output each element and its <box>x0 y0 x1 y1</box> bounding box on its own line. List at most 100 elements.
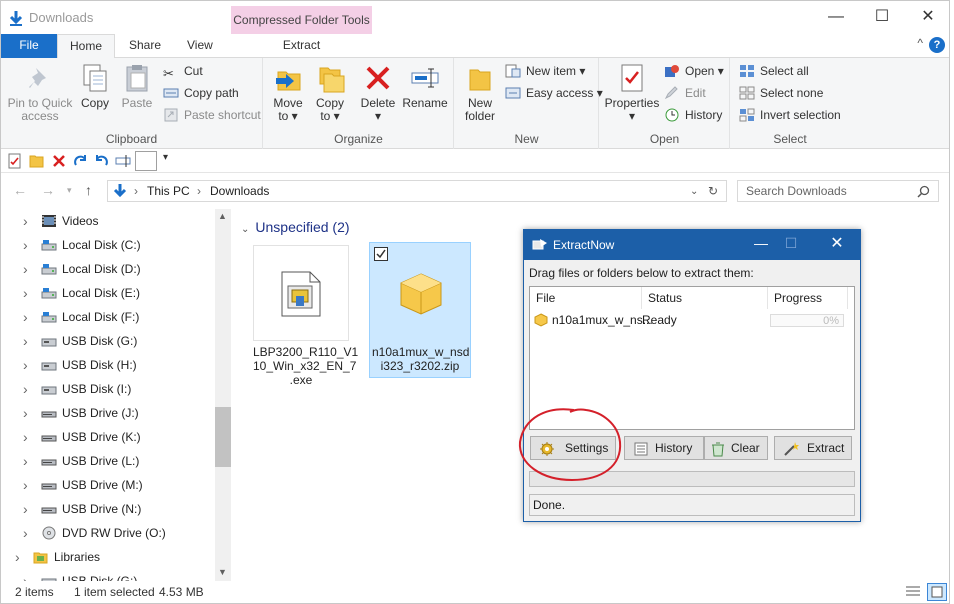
back-arrow-icon[interactable]: ← <box>13 182 27 198</box>
downloads-location-icon <box>113 184 127 198</box>
tab-home[interactable]: Home <box>57 34 115 59</box>
zip-small-icon <box>534 313 548 327</box>
expand-chevron-icon[interactable]: › <box>23 233 28 257</box>
properties-button[interactable]: Properties ▾ <box>604 62 660 123</box>
file-item-exe[interactable]: LBP3200_R110_V1 10_Win_x32_EN_7 .exe <box>253 245 358 387</box>
local-disk-icon <box>41 264 57 275</box>
red-annotation-circle <box>518 408 622 482</box>
qat-undo-icon[interactable] <box>93 153 109 169</box>
maximize-button[interactable]: ☐ <box>859 5 905 31</box>
column-header-progress[interactable]: Progress <box>768 287 848 309</box>
scroll-down-arrow-icon[interactable]: ▼ <box>218 567 227 577</box>
tree-item-label: Libraries <box>54 550 101 564</box>
qat-blank-box[interactable] <box>135 151 157 171</box>
paste-shortcut-button[interactable]: Paste shortcut <box>163 105 261 125</box>
expand-chevron-icon[interactable]: › <box>23 305 28 329</box>
details-view-icon[interactable] <box>905 585 921 599</box>
extractnow-minimize-button[interactable]: — <box>746 235 776 251</box>
selection-checkbox-icon[interactable] <box>374 247 388 261</box>
delete-button[interactable]: Delete ▾ <box>358 62 398 123</box>
history-button[interactable]: History <box>664 105 722 125</box>
invert-selection-button[interactable]: Invert selection <box>739 105 841 125</box>
address-dropdown-chevron-icon[interactable]: ⌄ <box>690 186 698 197</box>
qat-redo-icon[interactable] <box>73 153 89 169</box>
qat-new-folder-icon[interactable] <box>29 153 45 169</box>
select-all-button[interactable]: Select all <box>739 61 809 81</box>
history-dialog-button[interactable]: History <box>624 436 704 460</box>
status-item-count: 2 items <box>15 585 54 599</box>
group-header-unspecified[interactable]: ⌄ Unspecified (2) <box>241 219 350 235</box>
tab-extract[interactable]: Extract <box>231 34 372 58</box>
qat-delete-icon[interactable] <box>51 153 67 169</box>
column-header-file[interactable]: File <box>530 287 642 309</box>
breadcrumb-downloads[interactable]: Downloads <box>210 184 269 198</box>
queue-row[interactable]: n10a1mux_w_ns... Ready 0% <box>530 311 856 329</box>
expand-chevron-icon[interactable]: › <box>23 401 28 425</box>
file-item-zip-selected[interactable]: n10a1mux_w_nsd i323_r3202.zip <box>369 242 471 378</box>
search-box[interactable]: Search Downloads <box>737 180 939 202</box>
extractnow-maximize-button[interactable]: ☐ <box>776 235 806 252</box>
large-icons-view-icon[interactable] <box>927 583 947 601</box>
extractnow-app-icon <box>532 239 547 250</box>
extractnow-close-button[interactable]: ✕ <box>822 233 852 253</box>
address-bar[interactable]: › This PC › Downloads ⌄ ↻ <box>107 180 727 202</box>
select-none-button[interactable]: Select none <box>739 83 823 103</box>
recent-locations-chevron-icon[interactable]: ▾ <box>67 185 72 196</box>
pin-quick-access-button[interactable]: Pin to Quick access <box>5 62 75 123</box>
copy-path-button[interactable]: Copy path <box>163 83 239 103</box>
minimize-button[interactable]: — <box>813 5 859 31</box>
libraries-icon <box>33 552 48 564</box>
close-button[interactable]: ✕ <box>905 5 949 31</box>
nav-scrollbar[interactable]: ▲ ▼ <box>215 209 231 581</box>
expand-chevron-icon[interactable]: › <box>23 425 28 449</box>
expand-chevron-icon[interactable]: › <box>23 281 28 305</box>
copy-path-icon <box>163 88 179 98</box>
expand-chevron-icon[interactable]: › <box>23 377 28 401</box>
move-to-button[interactable]: Move to ▾ <box>270 62 306 123</box>
breadcrumb-separator: › <box>197 184 201 198</box>
expand-chevron-icon[interactable]: › <box>23 497 28 521</box>
expand-chevron-icon[interactable]: › <box>23 257 28 281</box>
expand-chevron-icon[interactable]: › <box>23 353 28 377</box>
refresh-icon[interactable]: ↻ <box>708 184 718 198</box>
expand-chevron-icon[interactable]: › <box>23 449 28 473</box>
expand-chevron-icon[interactable]: › <box>15 545 20 569</box>
tab-file[interactable]: File <box>1 34 57 58</box>
new-item-button[interactable]: New item ▾ <box>505 61 585 81</box>
nav-scrollbar-thumb[interactable] <box>215 407 231 467</box>
help-icon[interactable]: ? <box>929 37 945 53</box>
easy-access-button[interactable]: Easy access ▾ <box>505 83 603 103</box>
invert-selection-icon <box>739 108 755 122</box>
collapse-ribbon-icon[interactable]: ^ <box>917 36 923 50</box>
expand-chevron-icon[interactable]: › <box>23 473 28 497</box>
up-arrow-icon[interactable]: ↑ <box>85 182 92 198</box>
tree-item-label: USB Drive (M:) <box>62 478 143 492</box>
tab-share[interactable]: Share <box>117 34 173 58</box>
cut-button[interactable]: ✂ Cut <box>163 61 203 81</box>
copy-to-button[interactable]: Copy to ▾ <box>312 62 348 123</box>
paste-button[interactable]: Paste <box>119 62 155 110</box>
clear-button[interactable]: Clear <box>704 436 768 460</box>
edit-button[interactable]: Edit <box>664 83 706 103</box>
copy-icon <box>83 64 107 92</box>
expand-chevron-icon[interactable]: › <box>23 569 28 581</box>
expand-chevron-icon[interactable]: › <box>23 521 28 545</box>
tree-item-label: USB Drive (L:) <box>62 454 140 468</box>
expand-chevron-icon[interactable]: › <box>23 329 28 353</box>
tab-view[interactable]: View <box>175 34 225 58</box>
new-folder-button[interactable]: New folder <box>461 62 499 123</box>
qat-properties-icon[interactable] <box>7 153 23 169</box>
expand-chevron-icon[interactable]: › <box>23 209 28 233</box>
scroll-up-arrow-icon[interactable]: ▲ <box>218 211 227 221</box>
qat-rename-icon[interactable] <box>115 153 131 169</box>
collapse-chevron-icon[interactable]: ⌄ <box>241 224 249 235</box>
breadcrumb-this-pc[interactable]: This PC <box>147 184 190 198</box>
extract-button[interactable]: Extract <box>774 436 852 460</box>
column-header-status[interactable]: Status <box>642 287 768 309</box>
copy-button[interactable]: Copy <box>77 62 113 110</box>
qat-customize-icon[interactable]: ▾ <box>163 152 179 168</box>
forward-arrow-icon[interactable]: → <box>41 182 55 198</box>
open-button[interactable]: Open ▾ <box>664 61 724 81</box>
rename-button[interactable]: Rename <box>402 62 448 110</box>
zip-file-icon <box>372 245 468 341</box>
